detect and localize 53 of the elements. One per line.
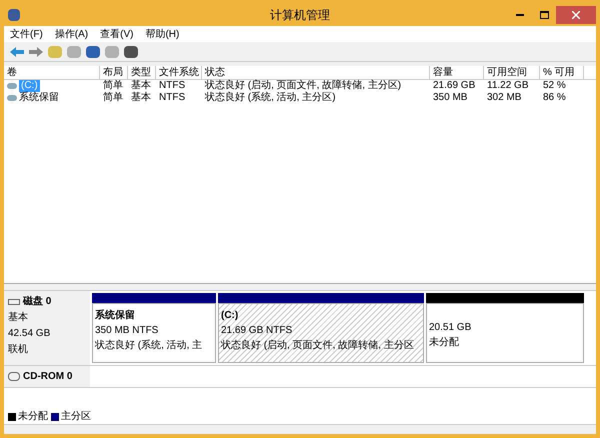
column-header[interactable]: 状态 [202, 66, 430, 79]
table-cell: 简单 [103, 92, 123, 104]
column-header[interactable]: 容量 [430, 66, 484, 79]
menu-item[interactable]: 查看(V) [100, 26, 134, 42]
column-header[interactable]: % 可用 [540, 66, 584, 79]
partition-size: 21.69 GB NTFS [221, 324, 294, 338]
table-cell: 基本 [131, 92, 151, 104]
partition-block[interactable]: (C:) 21.69 GB NTFS 状态良好 (启动, 页面文件, 故障转储, 主分区 [218, 303, 424, 363]
disk-size: 42.54 GB [8, 327, 52, 341]
table-cell-text: 状态良好 (启动, 页面文件, 故障转储, 主分区) [205, 80, 402, 92]
partition-block[interactable]: 20.51 GB 未分配 [426, 303, 584, 363]
table-cell: 系统保留 [19, 92, 59, 104]
partition-size: 350 MB NTFS [95, 324, 160, 338]
disk-name: 磁盘 0 [23, 294, 52, 309]
menu-item[interactable]: 帮助(H) [145, 26, 180, 42]
table-cell: 350 MB [433, 92, 468, 104]
disk-name: CD-ROM 0 [23, 370, 72, 384]
column-header[interactable]: 类型 [128, 66, 156, 79]
table-cell: NTFS [159, 92, 186, 104]
close-button[interactable] [556, 6, 596, 24]
column-header[interactable]: 文件系统 [156, 66, 202, 79]
legend-label: 主分区 [61, 410, 91, 424]
partition-size: 20.51 GB [429, 321, 472, 335]
column-header[interactable]: 卷 [4, 66, 100, 79]
table-cell: 86 % [543, 92, 566, 104]
partition-name: 系统保留 [95, 308, 136, 323]
table-row[interactable]: (C:) 简单 基本 NTFS 状态良好 (启动, 页面文件, 故障转储, 主分区) 21.69 GB 11.22 GB 52 % [4, 80, 596, 92]
partition-name: (C:) [221, 309, 240, 323]
table-cell: 52 % [543, 80, 566, 92]
window-title: 计算机管理 [270, 7, 330, 24]
table-cell: 21.69 GB [433, 80, 476, 92]
disk-type: 基本 [8, 310, 29, 325]
back-arrow-icon[interactable] [10, 46, 24, 56]
table-cell: 11.22 GB [487, 80, 529, 92]
partition-block[interactable]: 系统保留 350 MB NTFS 状态良好 (系统, 活动, 主 [92, 303, 216, 363]
table-cell-text: 基本 [131, 80, 151, 92]
close-icon [572, 11, 580, 19]
column-header[interactable]: 可用空间 [484, 66, 540, 79]
partition-status: 状态良好 (启动, 页面文件, 故障转储, 主分区 [221, 338, 415, 353]
table-row[interactable]: 系统保留 简单 基本 NTFS 状态良好 (系统, 活动, 主分区) 350 MB 302 MB 86 % [4, 92, 596, 104]
table-cell: (C:) [19, 80, 40, 92]
table-cell-text: 简单 [103, 80, 123, 92]
partition-status: 状态良好 (系统, 活动, 主 [95, 338, 204, 353]
table-cell: 状态良好 (系统, 活动, 主分区) [205, 92, 336, 104]
disk-status: 联机 [8, 342, 29, 357]
menu-item[interactable]: 文件(F) [10, 26, 43, 42]
partition-status: 未分配 [429, 336, 460, 350]
table-cell: NTFS [159, 80, 186, 92]
table-cell: 302 MB [487, 92, 522, 104]
legend-label: 未分配 [18, 410, 48, 424]
column-header[interactable]: 布局 [100, 66, 128, 79]
forward-arrow-icon[interactable] [29, 46, 43, 56]
menu-item[interactable]: 操作(A) [54, 26, 88, 42]
